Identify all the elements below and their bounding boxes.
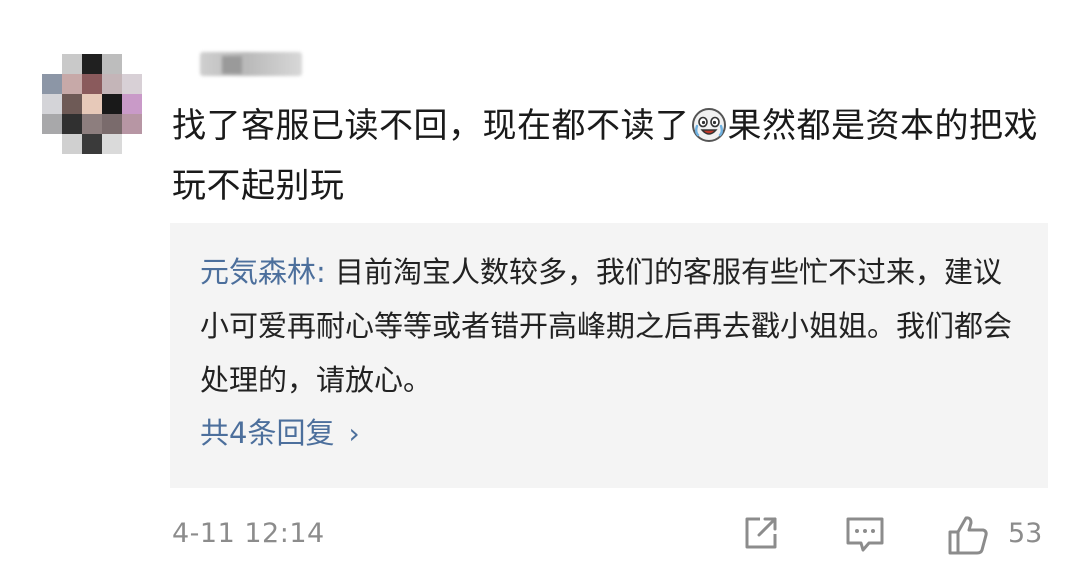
comment-icon bbox=[846, 517, 884, 552]
comment-timestamp: 4-11 12:14 bbox=[172, 518, 325, 549]
like-count: 53 bbox=[1008, 518, 1043, 549]
like-button[interactable] bbox=[945, 512, 991, 556]
reply-preview-box[interactable]: 元気森林: 目前淘宝人数较多，我们的客服有些忙不过来，建议小可爱再耐心等等或者错… bbox=[170, 223, 1048, 488]
reply-text: 元気森林: 目前淘宝人数较多，我们的客服有些忙不过来，建议小可爱再耐心等等或者错… bbox=[200, 245, 1030, 407]
comment-button[interactable] bbox=[843, 512, 887, 556]
reply-count-label: 共4条回复 bbox=[200, 416, 335, 450]
username-redacted[interactable] bbox=[200, 52, 302, 76]
comment-item: 找了客服已读不回，现在都不读了 果然都是资本的把戏 玩不起别玩 元気森林: 目前… bbox=[0, 0, 1080, 570]
thumbs-up-icon bbox=[948, 516, 988, 555]
share-icon bbox=[745, 517, 777, 549]
share-button[interactable] bbox=[740, 512, 782, 556]
comment-text-part1: 找了客服已读不回，现在都不读了 bbox=[172, 106, 690, 146]
chevron-right-icon: › bbox=[348, 417, 360, 450]
avatar[interactable] bbox=[42, 54, 142, 154]
reply-author[interactable]: 元気森林: bbox=[200, 255, 326, 289]
view-all-replies-link[interactable]: 共4条回复 › bbox=[200, 413, 360, 454]
crying-laughing-face-icon bbox=[691, 102, 727, 142]
comment-text: 找了客服已读不回，现在都不读了 果然都是资本的把戏 玩不起别玩 bbox=[172, 96, 1042, 216]
